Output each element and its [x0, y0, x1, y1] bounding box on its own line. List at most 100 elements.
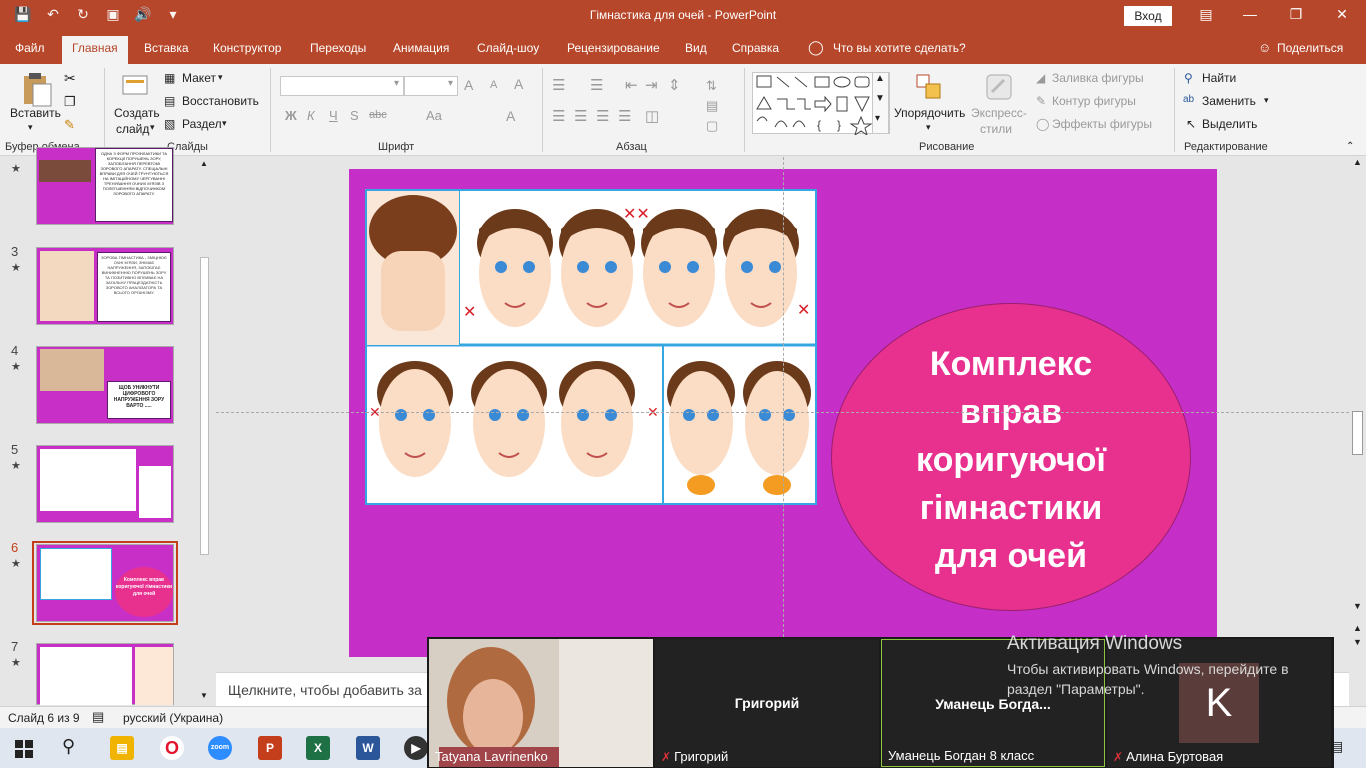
section-button[interactable]: Раздел — [182, 117, 222, 131]
minimize-button[interactable]: — — [1240, 6, 1260, 22]
slide-scroll-down-icon[interactable]: ▼ — [1353, 601, 1362, 611]
grow-font-icon[interactable]: A — [464, 77, 473, 93]
layout-dropdown-icon[interactable]: ▾ — [218, 72, 223, 83]
excel-icon[interactable]: X — [306, 736, 330, 760]
video-tile-tatyana[interactable]: Tatyana Lavrinenko — [429, 639, 653, 767]
eye-exercise-image[interactable]: ✕ ✕✕ ✕ ✕ ✕ — [365, 189, 817, 505]
align-left-icon[interactable]: ☰ — [552, 107, 565, 125]
previous-slide-icon[interactable]: ▲ — [1353, 623, 1362, 633]
spellcheck-icon[interactable]: ▤ — [92, 709, 104, 725]
font-color-button[interactable]: A — [506, 108, 515, 124]
shapes-scroll[interactable]: ▲ ▼ ▾ — [872, 72, 889, 134]
align-text-icon[interactable]: ▤ — [706, 98, 718, 114]
bold-button[interactable]: Ж — [285, 108, 297, 123]
thumbnails-scrollbar[interactable]: ▲ ▼ — [197, 157, 211, 705]
strikethrough-button[interactable]: abc — [369, 109, 387, 121]
shrink-font-icon[interactable]: A — [490, 79, 497, 91]
slide-thumbnail-2[interactable]: ОДНА З ФОРМ ПРОФІЛАКТИКИ ТА КОРЕКЦІЇ ПОР… — [36, 147, 174, 225]
slide-thumbnail-3[interactable]: ЗОРОВА ГІМНАСТИКА - ЗМІЦНЮЄ ОЧНІ М'ЯЗИ, … — [36, 247, 174, 325]
smartart-icon[interactable]: ▢ — [706, 118, 718, 134]
arrange-icon[interactable] — [914, 72, 944, 102]
replace-button[interactable]: Заменить — [1202, 94, 1256, 108]
paste-dropdown-icon[interactable]: ▾ — [28, 122, 33, 133]
quick-styles-button-line2[interactable]: стили — [980, 122, 1012, 136]
slide-scroll-thumb[interactable] — [1352, 411, 1363, 455]
tell-me-search[interactable]: Что вы хотите сделать? — [833, 41, 966, 55]
align-center-icon[interactable]: ☰ — [574, 107, 587, 125]
reset-button[interactable]: Восстановить — [182, 94, 259, 108]
shape-outline-button[interactable]: Контур фигуры — [1052, 94, 1136, 108]
sign-in-button[interactable]: Вход — [1124, 6, 1172, 26]
find-button[interactable]: Найти — [1202, 71, 1236, 85]
shape-fill-button[interactable]: Заливка фигуры — [1052, 71, 1144, 85]
new-slide-dropdown-icon[interactable]: ▾ — [150, 122, 155, 133]
tab-design[interactable]: Конструктор — [213, 41, 281, 55]
font-size-box[interactable]: ▾ — [404, 76, 458, 96]
windows-start-icon[interactable] — [15, 740, 33, 758]
arrange-dropdown-icon[interactable]: ▾ — [926, 122, 931, 133]
tab-help[interactable]: Справка — [732, 41, 779, 55]
media-player-icon[interactable]: ▶ — [404, 736, 428, 760]
line-spacing-icon[interactable]: ⇕ — [668, 76, 681, 94]
tab-file[interactable]: Файл — [15, 41, 45, 55]
zoom-app-icon[interactable]: zoom — [208, 736, 232, 760]
paste-button[interactable]: Вставить — [10, 106, 61, 120]
align-right-icon[interactable]: ☰ — [596, 107, 609, 125]
replace-dropdown-icon[interactable]: ▾ — [1264, 95, 1269, 106]
shapes-gallery[interactable]: {} — [752, 72, 890, 137]
title-ellipse[interactable]: Комплекс вправ коригуючої гімнастики для… — [831, 303, 1191, 611]
quick-styles-button[interactable]: Экспресс- — [971, 106, 1027, 120]
tab-home[interactable]: Главная — [62, 36, 128, 64]
copy-icon[interactable]: ❐ — [64, 94, 76, 110]
collapse-ribbon-icon[interactable]: ⌃ — [1346, 141, 1354, 152]
thumbs-scroll-up-icon[interactable]: ▲ — [200, 159, 208, 168]
thumbs-scroll-down-icon[interactable]: ▼ — [200, 691, 208, 700]
ribbon-display-options-icon[interactable]: ▤ — [1196, 6, 1216, 23]
word-icon[interactable]: W — [356, 736, 380, 760]
clear-formatting-icon[interactable]: A — [514, 76, 523, 92]
text-direction-icon[interactable]: ⇅ — [706, 78, 717, 94]
section-dropdown-icon[interactable]: ▾ — [222, 118, 227, 129]
slide-thumbnail-5[interactable] — [36, 445, 174, 523]
notes-placeholder[interactable]: Щелкните, чтобы добавить за — [228, 682, 422, 698]
close-button[interactable]: ✕ — [1332, 6, 1352, 23]
new-slide-button[interactable]: Создать — [114, 106, 160, 120]
share-button[interactable]: Поделиться — [1277, 41, 1343, 55]
search-icon[interactable]: ⚲ — [62, 736, 75, 757]
paste-icon[interactable] — [20, 72, 54, 108]
change-case-button[interactable]: Aa — [426, 108, 442, 123]
tab-view[interactable]: Вид — [685, 41, 707, 55]
arrange-button[interactable]: Упорядочить — [894, 106, 965, 120]
new-slide-button-line2[interactable]: слайд — [116, 122, 149, 136]
tab-insert[interactable]: Вставка — [144, 41, 189, 55]
tab-animations[interactable]: Анимация — [393, 41, 449, 55]
slide-thumbnail-4[interactable]: ЩОБ УНИКНУТИ ЦИФРОВОГО НАПРУЖЕННЯ ЗОРУ В… — [36, 346, 174, 424]
quick-styles-icon[interactable] — [984, 72, 1014, 102]
format-painter-icon[interactable]: ✎ — [64, 117, 75, 133]
language-status[interactable]: русский (Украина) — [123, 711, 223, 725]
tab-transitions[interactable]: Переходы — [310, 41, 366, 55]
next-slide-icon[interactable]: ▼ — [1353, 637, 1362, 647]
shadow-button[interactable]: S — [350, 108, 359, 123]
slide-scrollbar[interactable]: ▲ ▼ ▲ ▼ — [1349, 157, 1366, 705]
select-button[interactable]: Выделить — [1202, 117, 1257, 131]
justify-icon[interactable]: ☰ — [618, 107, 631, 125]
video-tile-grigoriy[interactable]: Григорий ✗ Григорий — [655, 639, 879, 767]
italic-button[interactable]: К — [307, 108, 315, 123]
horizontal-guide[interactable] — [216, 412, 1349, 413]
vertical-guide[interactable] — [783, 157, 784, 637]
bullets-icon[interactable]: ☰ — [552, 76, 565, 94]
layout-button[interactable]: Макет — [182, 71, 216, 85]
shapes-down-icon[interactable]: ▼ — [875, 93, 885, 104]
thumbs-scroll-thumb[interactable] — [200, 257, 209, 555]
new-slide-icon[interactable] — [121, 70, 151, 100]
underline-button[interactable]: Ч — [329, 108, 338, 123]
file-explorer-icon[interactable]: ▤ — [110, 736, 134, 760]
cut-icon[interactable]: ✂ — [64, 70, 76, 87]
shape-effects-button[interactable]: Эффекты фигуры — [1052, 117, 1152, 131]
tab-slideshow[interactable]: Слайд-шоу — [477, 41, 539, 55]
powerpoint-icon[interactable]: P — [258, 736, 282, 760]
font-name-box[interactable]: ▾ — [280, 76, 404, 96]
maximize-button[interactable]: ❐ — [1286, 6, 1306, 23]
opera-icon[interactable]: O — [160, 736, 184, 760]
